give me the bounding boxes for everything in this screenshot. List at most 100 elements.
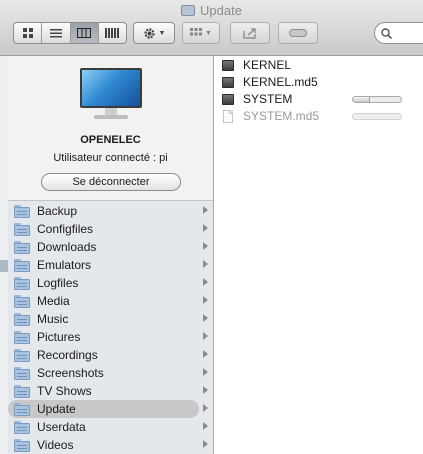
search-icon — [381, 27, 392, 39]
folder-label: Backup — [37, 204, 78, 218]
chevron-down-icon: ▼ — [205, 29, 212, 37]
folder-item-downloads[interactable]: Downloads — [8, 238, 213, 256]
folder-icon — [14, 258, 30, 272]
folder-label: Logfiles — [37, 276, 79, 290]
file-column: KERNEL KERNEL.md5 SYSTEM SYSTEM.md5 — [214, 56, 423, 454]
arrange-icon — [190, 28, 203, 36]
disclosure-arrow-icon[interactable] — [203, 260, 208, 268]
monitor-icon — [80, 68, 142, 124]
folder-icon — [14, 402, 30, 416]
window-title: Update — [0, 2, 423, 18]
column-view-button[interactable] — [70, 23, 99, 43]
window-toolbar: Update ▼ ▼ — [0, 0, 423, 56]
copy-progress-bar — [352, 96, 402, 103]
tag-icon — [289, 29, 307, 37]
icon-view-icon — [22, 28, 33, 38]
folder-icon — [181, 4, 196, 16]
file-name: KERNEL — [243, 58, 292, 72]
chevron-down-icon: ▼ — [158, 29, 166, 37]
file-icon — [222, 59, 234, 71]
file-item-kernel[interactable]: KERNEL — [222, 56, 422, 74]
disclosure-arrow-icon[interactable] — [203, 440, 208, 448]
disclosure-arrow-icon[interactable] — [203, 368, 208, 376]
folder-icon — [14, 222, 30, 236]
disclosure-arrow-icon[interactable] — [203, 404, 208, 412]
file-icon — [222, 93, 234, 105]
icon-view-button[interactable] — [14, 23, 43, 43]
folder-icon — [14, 204, 30, 218]
folder-icon — [14, 366, 30, 380]
disclosure-arrow-icon[interactable] — [203, 296, 208, 304]
folder-item-screenshots[interactable]: Screenshots — [8, 364, 213, 382]
folder-icon — [14, 438, 30, 452]
connected-user: Utilisateur connecté : pi — [53, 152, 168, 164]
folder-icon — [14, 240, 30, 254]
background-window-marker — [0, 260, 8, 272]
folder-item-emulators[interactable]: Emulators — [8, 256, 213, 274]
folder-list: Backup Configfiles Downloads Emulators L… — [8, 202, 213, 454]
disclosure-arrow-icon[interactable] — [203, 206, 208, 214]
file-item-kernel-md5[interactable]: KERNEL.md5 — [222, 73, 422, 91]
folder-item-configfiles[interactable]: Configfiles — [8, 220, 213, 238]
file-item-system-md5[interactable]: SYSTEM.md5 — [222, 107, 422, 125]
folder-item-userdata[interactable]: Userdata — [8, 418, 213, 436]
disclosure-arrow-icon[interactable] — [203, 278, 208, 286]
cover-flow-icon — [105, 28, 120, 38]
folder-label: Configfiles — [37, 222, 94, 236]
disclosure-arrow-icon[interactable] — [203, 242, 208, 250]
disclosure-arrow-icon[interactable] — [203, 332, 208, 340]
folder-label: Update — [37, 402, 76, 416]
folder-item-pictures[interactable]: Pictures — [8, 328, 213, 346]
search-input[interactable] — [395, 26, 423, 40]
view-mode-control — [13, 22, 127, 44]
search-field[interactable] — [374, 22, 423, 44]
list-view-icon — [49, 28, 62, 37]
folder-item-recordings[interactable]: Recordings — [8, 346, 213, 364]
window-title-text: Update — [200, 2, 242, 18]
folder-label: Recordings — [37, 348, 98, 362]
document-icon — [223, 109, 233, 123]
gear-icon — [143, 27, 155, 39]
file-name: SYSTEM — [243, 92, 293, 106]
folder-icon — [14, 384, 30, 398]
disclosure-arrow-icon[interactable] — [203, 422, 208, 430]
folder-label: TV Shows — [37, 384, 92, 398]
folder-label: Videos — [37, 438, 74, 452]
disclosure-arrow-icon[interactable] — [203, 386, 208, 394]
file-name: KERNEL.md5 — [243, 75, 318, 89]
share-icon — [243, 28, 256, 39]
folder-icon — [14, 312, 30, 326]
folder-item-media[interactable]: Media — [8, 292, 213, 310]
folder-label: Pictures — [37, 330, 81, 344]
folder-item-videos[interactable]: Videos — [8, 436, 213, 454]
folder-icon — [14, 276, 30, 290]
arrange-menu-button[interactable]: ▼ — [182, 22, 220, 44]
disclosure-arrow-icon[interactable] — [203, 350, 208, 358]
action-menu-button[interactable]: ▼ — [133, 22, 175, 44]
folder-icon — [14, 294, 30, 308]
folder-icon — [14, 348, 30, 362]
column-view-icon — [77, 28, 92, 38]
file-icon — [222, 76, 234, 88]
folder-item-update[interactable]: Update — [8, 400, 213, 418]
folder-item-tv-shows[interactable]: TV Shows — [8, 382, 213, 400]
disclosure-arrow-icon[interactable] — [203, 314, 208, 322]
folder-label: Userdata — [37, 420, 86, 434]
background-window-edge — [0, 56, 8, 454]
folder-icon — [14, 330, 30, 344]
folder-icon — [14, 420, 30, 434]
edit-tags-button[interactable] — [278, 22, 318, 44]
disconnect-button[interactable]: Se déconnecter — [41, 173, 181, 191]
file-item-system[interactable]: SYSTEM — [222, 90, 422, 108]
folder-item-music[interactable]: Music — [8, 310, 213, 328]
share-button[interactable] — [230, 22, 270, 44]
list-view-button[interactable] — [42, 23, 71, 43]
copy-progress-bar — [352, 113, 402, 120]
folder-label: Downloads — [37, 240, 97, 254]
folder-item-logfiles[interactable]: Logfiles — [8, 274, 213, 292]
shared-server-panel: OPENELEC Utilisateur connecté : pi Se dé… — [8, 56, 213, 201]
folder-item-backup[interactable]: Backup — [8, 202, 213, 220]
cover-flow-button[interactable] — [99, 23, 126, 43]
disclosure-arrow-icon[interactable] — [203, 224, 208, 232]
folder-label: Emulators — [37, 258, 92, 272]
